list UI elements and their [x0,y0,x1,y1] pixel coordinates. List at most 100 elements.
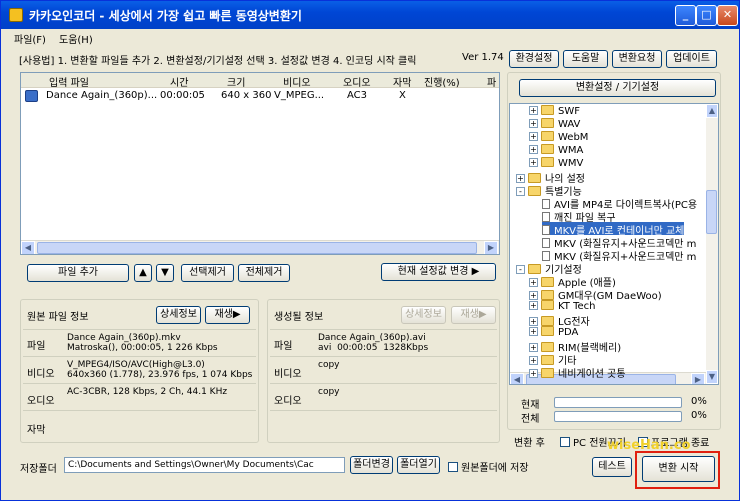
tree-item[interactable]: + 나의 설정 [516,170,585,185]
tree-item[interactable]: + Apple (애플) [529,274,616,289]
folder-icon [541,105,554,115]
expand-icon[interactable]: + [529,145,538,154]
tree-item[interactable]: - 특별기능 [516,183,582,198]
tree-item[interactable]: + 네비게이션 곳통 [529,365,626,380]
col-size[interactable]: 크기 [227,74,245,89]
tree-item[interactable]: + WMV [529,157,583,170]
tree-item[interactable]: + RIM(블랙베리) [529,339,621,354]
total-progress-label: 전체 [521,414,540,425]
version-label: Ver 1.74 [462,52,504,63]
output-play-button[interactable]: 재생▶ [451,306,496,324]
open-folder-button[interactable]: 폴더열기 [397,456,440,474]
tree-item[interactable]: + GM대우(GM DaeWoo) [529,287,662,302]
source-video-label: 비디오 [27,369,55,380]
expand-icon[interactable]: + [529,301,538,310]
move-down-button[interactable]: ▼ [156,264,174,282]
device-settings-header[interactable]: 변환설정 / 기기설정 [519,79,716,97]
current-progress-bar [554,397,682,408]
close-button[interactable]: ✕ [717,5,738,26]
current-progress-value: 0% [691,396,707,407]
scroll-left-icon[interactable]: ◀ [21,241,35,254]
collapse-icon[interactable]: - [516,187,525,196]
tree-scroll-left-icon[interactable]: ◀ [510,373,524,384]
output-info-title: 생성될 정보 [274,312,324,323]
maximize-button[interactable]: □ [696,5,717,26]
expand-icon[interactable]: + [529,356,538,365]
move-up-button[interactable]: ▲ [134,264,152,282]
tree-item[interactable]: + PDA [529,326,578,339]
minimize-button[interactable]: _ [675,5,696,26]
folder-icon [541,157,554,167]
expand-icon[interactable]: + [529,317,538,326]
tree-item[interactable]: + SWF [529,105,580,118]
col-audio[interactable]: 오디오 [343,74,371,89]
scroll-thumb[interactable] [37,242,477,254]
tree-item[interactable]: + 기타 [529,352,576,367]
col-time[interactable]: 시간 [170,74,188,89]
col-progress[interactable]: 진행(%) [424,74,460,89]
test-button[interactable]: 테스트 [592,457,632,477]
tree-scroll-thumb[interactable] [706,190,717,234]
scroll-right-icon[interactable]: ▶ [484,241,498,254]
settings-tree[interactable]: ▲ ▼ ◀ ▶ + SWF + WAV + WebM + WMA + WMV + 나의 설정 - 특별기능… [509,103,719,385]
folder-icon [541,290,554,300]
table-row[interactable]: Dance Again_(360p)... 00:00:05 640 x 360… [21,89,499,103]
expand-icon[interactable]: + [529,119,538,128]
tree-item[interactable]: AVI를 MP4로 다이렉트복사(PC용 [542,196,697,211]
col-extra[interactable]: 파 [487,74,496,89]
expand-icon[interactable]: + [529,106,538,115]
same-folder-label: 원본폴더에 저장 [461,463,529,474]
request-button[interactable]: 변환요청 [612,50,662,68]
collapse-icon[interactable]: - [516,265,525,274]
expand-icon[interactable]: + [529,291,538,300]
tree-item-label: SWF [558,106,580,117]
scroll-up-icon[interactable]: ▲ [706,104,718,118]
tree-item[interactable]: 깨진 파일 복구 [542,209,616,224]
usage-instructions: [사용법] 1. 변환할 파일들 추가 2. 변환설정/기기설정 선택 3. 설… [19,56,417,67]
tree-item[interactable]: - 기기설정 [516,261,582,276]
apply-settings-button[interactable]: 현재 설정값 변경 ▶ [381,263,496,281]
tree-item[interactable]: + KT Tech [529,300,595,313]
folder-icon [541,355,554,365]
remove-all-button[interactable]: 전체제거 [238,264,290,282]
expand-icon[interactable]: + [529,343,538,352]
same-folder-checkbox[interactable]: 원본폴더에 저장 [448,459,529,474]
file-list-hscroll[interactable]: ◀ ▶ [21,240,499,254]
tree-item[interactable]: MKV (화질유지+사운드코덱만 m [542,235,696,250]
file-list[interactable]: 입력 파일 시간 크기 비디오 오디오 자막 진행(%) 파 Dance Aga… [20,72,500,255]
expand-icon[interactable]: + [529,132,538,141]
col-subtitle[interactable]: 자막 [393,74,411,89]
change-folder-button[interactable]: 폴더변경 [350,456,393,474]
update-button[interactable]: 업데이트 [666,50,717,68]
expand-icon[interactable]: + [529,158,538,167]
col-video[interactable]: 비디오 [283,74,311,89]
help-button[interactable]: 도움말 [563,50,608,68]
expand-icon[interactable]: + [529,278,538,287]
title-bar[interactable]: 카카오인코더 - 세상에서 가장 쉽고 빠른 동영상변환기 _ □ ✕ [1,1,739,29]
expand-icon[interactable]: + [529,327,538,336]
file-list-header: 입력 파일 시간 크기 비디오 오디오 자막 진행(%) 파 [21,73,499,89]
tree-item[interactable]: + WMA [529,144,583,157]
document-icon [542,238,550,248]
output-detail-button[interactable]: 상세정보 [401,306,446,324]
source-play-button[interactable]: 재생▶ [205,306,250,324]
tree-item[interactable]: MKV (화질유지+사운드코덱만 m [542,248,696,263]
scroll-down-icon[interactable]: ▼ [706,370,718,384]
tree-item[interactable]: + WebM [529,131,588,144]
tree-vscroll[interactable]: ▲ ▼ [706,104,718,384]
tree-item[interactable]: MKV를 AVI로 컨테이너만 교체 [542,222,685,237]
menu-help[interactable]: 도움(H) [59,31,93,46]
source-detail-button[interactable]: 상세정보 [156,306,201,324]
remove-selected-button[interactable]: 선택제거 [181,264,234,282]
settings-button[interactable]: 환경설정 [509,50,559,68]
folder-icon [541,368,554,378]
tree-item[interactable]: + LG전자 [529,313,590,328]
expand-icon[interactable]: + [529,369,538,378]
add-file-button[interactable]: 파일 추가 [27,264,129,282]
tree-item[interactable]: + WAV [529,118,580,131]
tree-scroll-right-icon[interactable]: ▶ [691,373,705,384]
menu-file[interactable]: 파일(F) [14,31,46,46]
expand-icon[interactable]: + [516,174,525,183]
col-input-file[interactable]: 입력 파일 [49,74,89,89]
save-path-field[interactable]: C:\Documents and Settings\Owner\My Docum… [64,457,345,473]
